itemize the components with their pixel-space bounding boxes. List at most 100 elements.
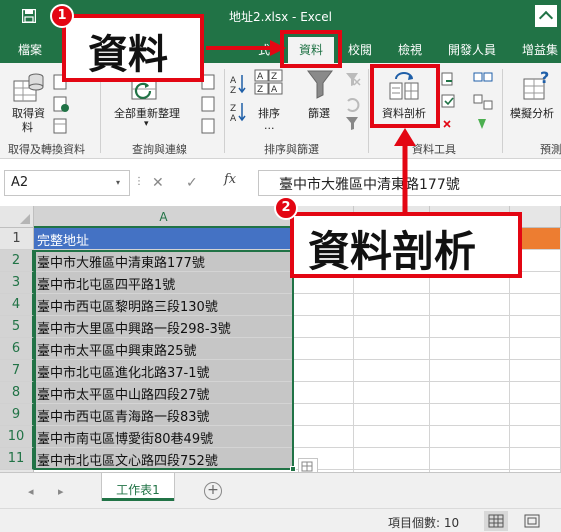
cell[interactable] — [294, 294, 354, 316]
cell[interactable] — [294, 382, 354, 404]
group-label-sort-filter: 排序與篩選 — [264, 143, 319, 156]
tab-addins[interactable]: 增益集 — [522, 41, 558, 58]
ribbon-display-options-button[interactable] — [535, 5, 557, 27]
get-data-label-line2: 料 — [22, 121, 33, 134]
svg-text:?: ? — [540, 69, 549, 87]
normal-view-button[interactable] — [484, 511, 508, 531]
column-header-a[interactable]: A — [34, 206, 294, 228]
status-count: 項目個數: 10 — [388, 516, 460, 530]
row-header[interactable]: 11 — [0, 448, 34, 470]
svg-text:Z: Z — [271, 72, 277, 82]
cell[interactable] — [430, 316, 510, 338]
cell[interactable] — [430, 360, 510, 382]
cell[interactable] — [430, 294, 510, 316]
row-header[interactable]: 1 — [0, 228, 34, 250]
sheet-nav-prev-icon[interactable]: ◂ — [28, 485, 34, 498]
cell[interactable] — [510, 426, 561, 448]
name-box[interactable]: A2 — [4, 170, 130, 196]
cell[interactable] — [510, 316, 561, 338]
cell[interactable] — [354, 404, 430, 426]
insert-function-button[interactable]: fx — [224, 172, 236, 187]
tab-file[interactable]: 檔案 — [18, 41, 42, 58]
cell[interactable] — [430, 426, 510, 448]
group-separator — [224, 69, 225, 153]
cell[interactable] — [354, 316, 430, 338]
page-layout-view-button[interactable] — [520, 511, 544, 531]
cell[interactable] — [510, 404, 561, 426]
cell[interactable] — [294, 404, 354, 426]
cell-a[interactable]: 臺中市西屯區青海路一段83號 — [34, 404, 294, 426]
name-box-dropdown-icon[interactable]: ▾ — [116, 178, 120, 187]
cell-a[interactable]: 完整地址 — [34, 228, 294, 250]
cell[interactable] — [510, 294, 561, 316]
cell[interactable] — [430, 404, 510, 426]
sheet-nav-next-icon[interactable]: ▸ — [58, 485, 64, 498]
cell-a[interactable]: 臺中市西屯區黎明路三段130號 — [34, 294, 294, 316]
step-badge-1: 1 — [50, 4, 74, 28]
cell-a[interactable]: 臺中市北屯區四平路1號 — [34, 272, 294, 294]
highlight-data-analysis — [370, 64, 440, 128]
arrow-to-data-tab — [206, 40, 286, 56]
row-header[interactable]: 8 — [0, 382, 34, 404]
enter-button[interactable]: ✓ — [186, 175, 198, 191]
formula-bar-resize-handle[interactable]: ⋮ — [134, 176, 144, 187]
select-all-triangle — [20, 214, 30, 224]
row-header[interactable]: 6 — [0, 338, 34, 360]
sort-az-icon: A Z Z A — [230, 75, 246, 124]
cell[interactable] — [354, 294, 430, 316]
refresh-dropdown-icon[interactable]: ▾ — [144, 119, 149, 129]
cell[interactable] — [294, 338, 354, 360]
highlight-data-tab — [280, 30, 342, 68]
cell[interactable] — [294, 316, 354, 338]
cell-a[interactable]: 臺中市北屯區文心路四段752號 — [34, 448, 294, 470]
row-header[interactable]: 3 — [0, 272, 34, 294]
cell[interactable] — [430, 338, 510, 360]
arrow-to-data-analysis — [394, 128, 416, 214]
cell[interactable] — [354, 448, 430, 470]
tab-review[interactable]: 校閱 — [348, 41, 372, 58]
cell[interactable] — [354, 426, 430, 448]
cell-a[interactable]: 臺中市大里區中興路一段298-3號 — [34, 316, 294, 338]
add-sheet-button[interactable]: + — [204, 482, 222, 500]
cell[interactable] — [294, 360, 354, 382]
cell-a[interactable]: 臺中市太平區中山路四段27號 — [34, 382, 294, 404]
sheet-tab-1[interactable]: 工作表1 — [102, 473, 174, 501]
cell[interactable] — [510, 382, 561, 404]
get-data-icon — [13, 73, 44, 102]
tab-view[interactable]: 檢視 — [398, 41, 422, 58]
row-header[interactable]: 4 — [0, 294, 34, 316]
cell[interactable] — [510, 338, 561, 360]
excel-window: 地址2.xlsx - Excel 檔案 式 校閱 檢視 開發人員 增益集 資料 … — [0, 0, 561, 532]
sort-more: ... — [264, 119, 275, 132]
cell[interactable] — [430, 448, 510, 470]
svg-text:A: A — [230, 114, 237, 124]
cell-a[interactable]: 臺中市北屯區進化北路37-1號 — [34, 360, 294, 382]
cell[interactable] — [430, 382, 510, 404]
select-all-button[interactable] — [0, 206, 34, 228]
step-badge-2: 2 — [274, 196, 298, 220]
cell[interactable] — [510, 448, 561, 470]
svg-text:A: A — [257, 72, 264, 82]
sort-icon: A Z Z A — [254, 69, 283, 95]
what-if-analysis-icon: ? — [523, 69, 549, 100]
cell[interactable] — [354, 338, 430, 360]
cell[interactable] — [354, 382, 430, 404]
cell-a[interactable]: 臺中市大雅區中清東路177號 — [34, 250, 294, 272]
tab-developer[interactable]: 開發人員 — [448, 41, 496, 58]
filter-button[interactable]: 篩選 — [308, 105, 330, 121]
row-header[interactable]: 10 — [0, 426, 34, 448]
row-header[interactable]: 9 — [0, 404, 34, 426]
cell[interactable] — [294, 426, 354, 448]
row-header[interactable]: 2 — [0, 250, 34, 272]
svg-text:Z: Z — [257, 85, 263, 95]
cell-a[interactable]: 臺中市南屯區博愛街80巷49號 — [34, 426, 294, 448]
cell[interactable] — [510, 360, 561, 382]
what-if-analysis-button[interactable]: 模擬分析 — [510, 105, 554, 121]
row-header[interactable]: 7 — [0, 360, 34, 382]
cancel-button[interactable]: ✕ — [152, 175, 164, 191]
row-header[interactable]: 5 — [0, 316, 34, 338]
chevron-up-icon — [538, 10, 554, 26]
svg-text:A: A — [271, 85, 278, 95]
cell[interactable] — [354, 360, 430, 382]
cell-a[interactable]: 臺中市太平區中興東路25號 — [34, 338, 294, 360]
